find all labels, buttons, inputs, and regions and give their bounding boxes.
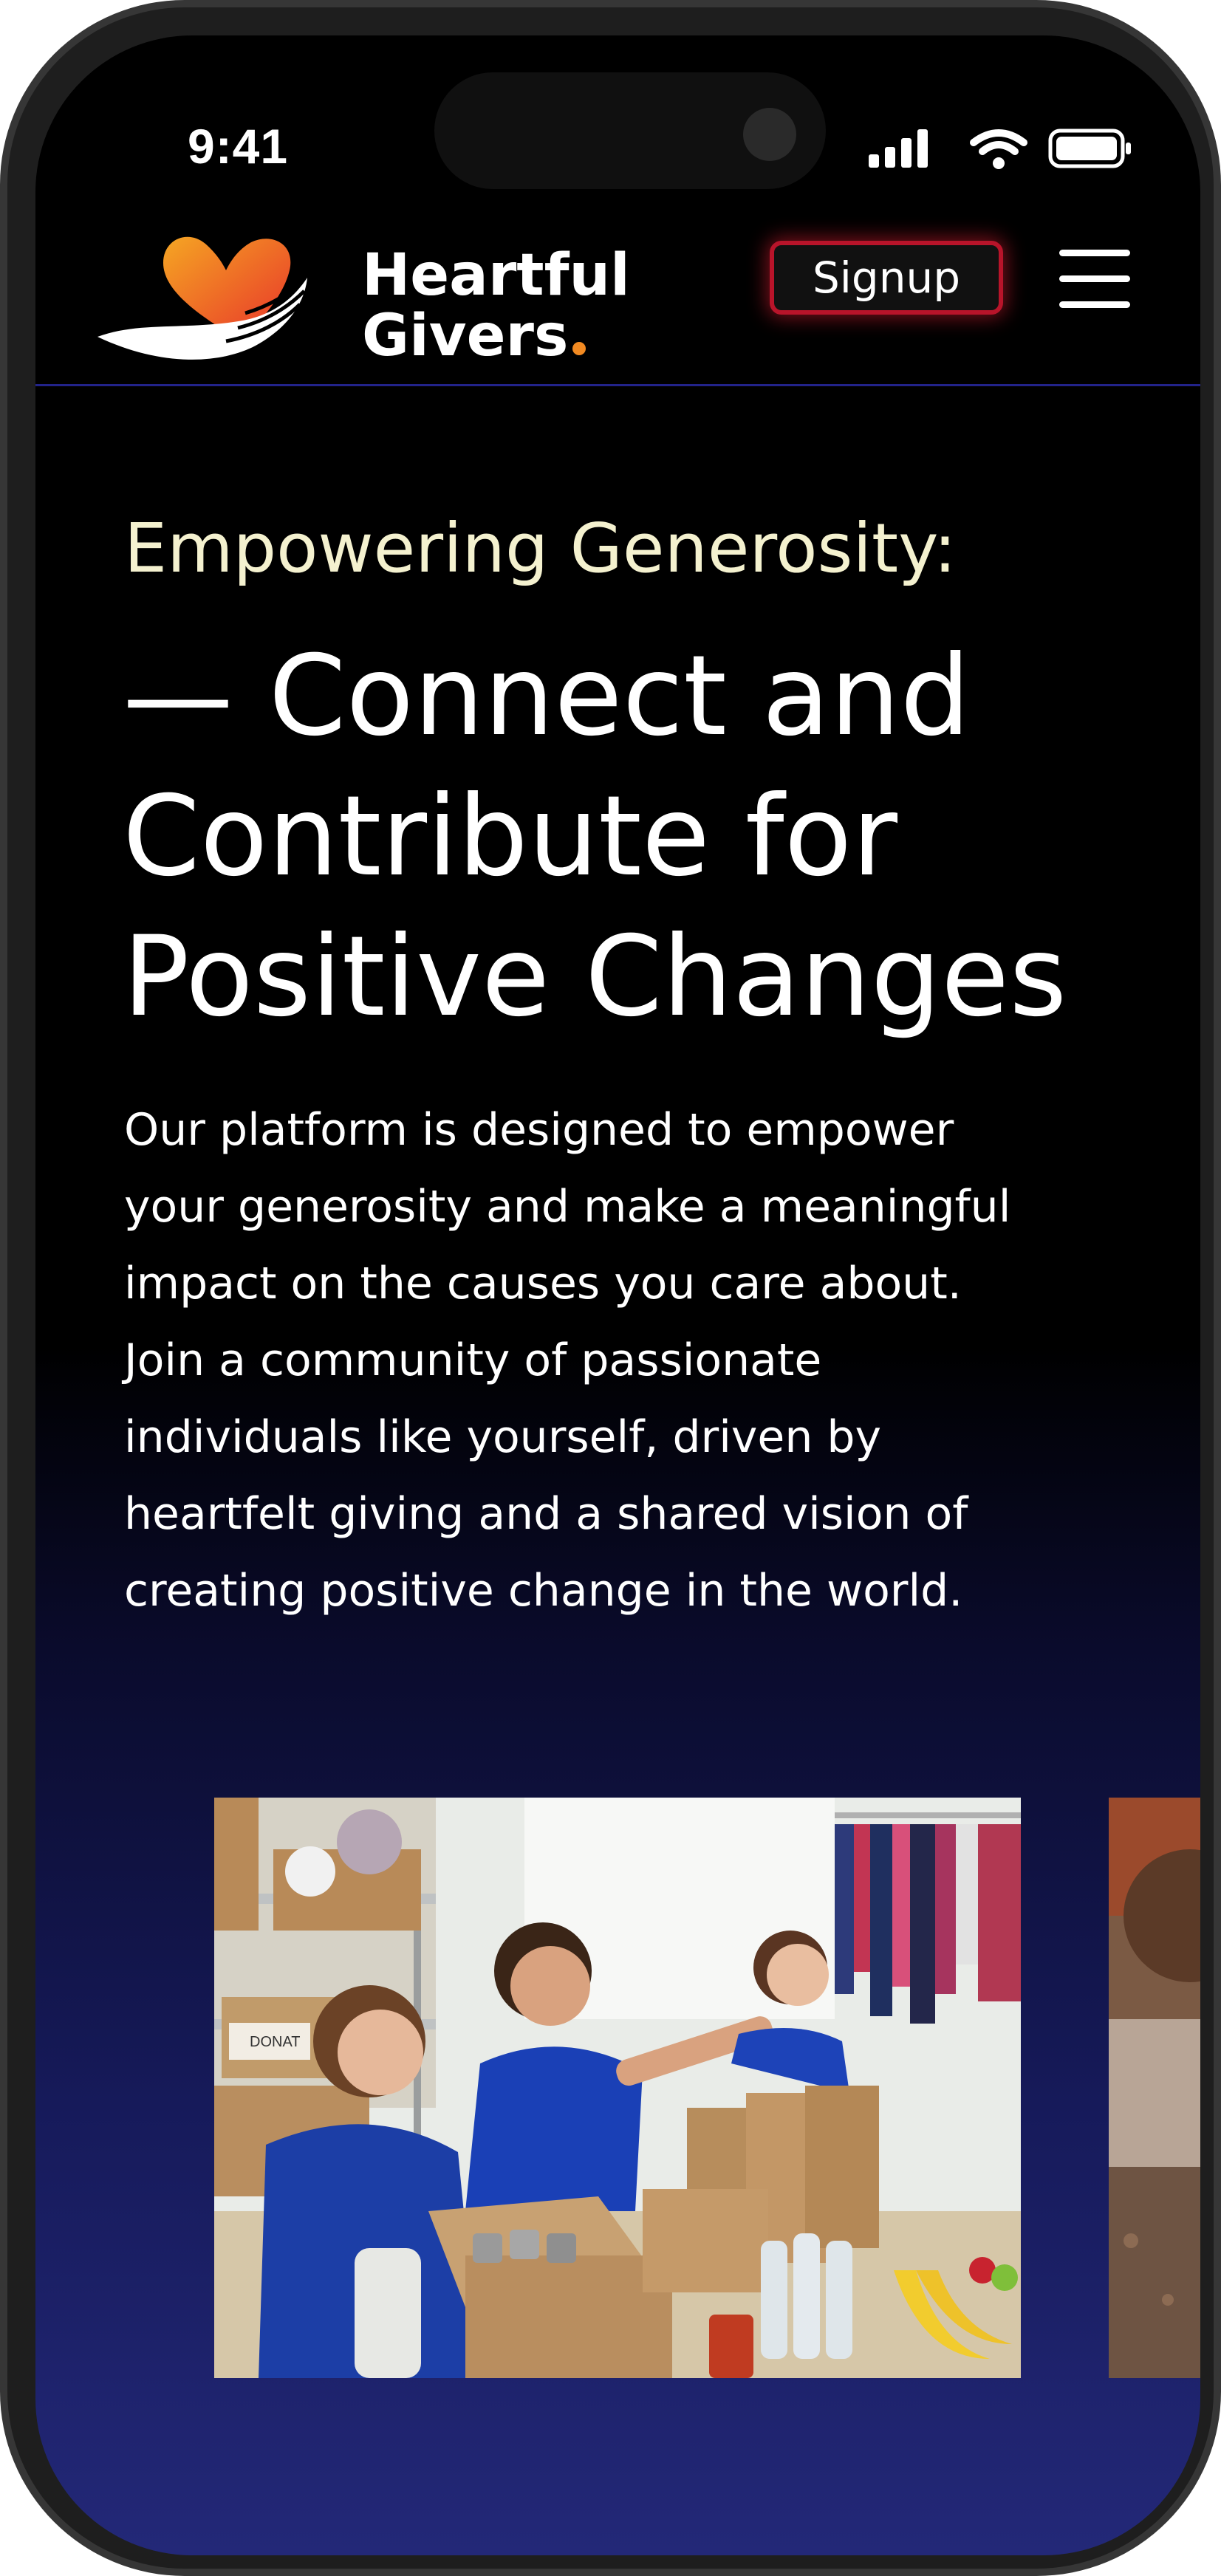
logo[interactable]: Heartful Givers [93,219,630,366]
brand-dot-icon [572,342,586,355]
status-icons [869,129,1131,169]
signup-button[interactable]: Signup [770,241,1003,315]
header-divider [35,384,1200,386]
brand-name: Heartful Givers [362,247,630,365]
battery-icon [1048,129,1131,168]
hamburger-menu-icon[interactable] [1059,250,1130,309]
donate-box-label: DONAT [250,2034,301,2050]
child-portrait-photo [1109,1798,1200,2378]
brand-line-1: Heartful [362,242,630,309]
carousel-slide-child[interactable] [1109,1798,1200,2378]
dynamic-island [434,72,826,189]
volunteers-packing-donations-photo: DONAT [214,1798,1021,2378]
brand-line-2: Givers [362,303,569,369]
wifi-icon [970,129,1027,169]
hero-headline: — Connect and Contribute for Positive Ch… [123,632,1067,1041]
carousel-slide-volunteers[interactable]: DONAT [214,1798,1021,2378]
phone-bezel: 9:41 Heartful Givers Signup Empowering G… [7,7,1214,2569]
screen: 9:41 Heartful Givers Signup Empowering G… [35,35,1200,2555]
signal-icon [869,129,928,168]
hero-description: Our platform is designed to empower your… [124,1104,1011,1617]
phone-frame: 9:41 Heartful Givers Signup Empowering G… [0,0,1221,2576]
status-time: 9:41 [188,119,289,174]
heart-hand-logo-icon [98,236,307,360]
camera-icon [743,108,796,161]
hero-eyebrow: Empowering Generosity: [124,509,957,588]
